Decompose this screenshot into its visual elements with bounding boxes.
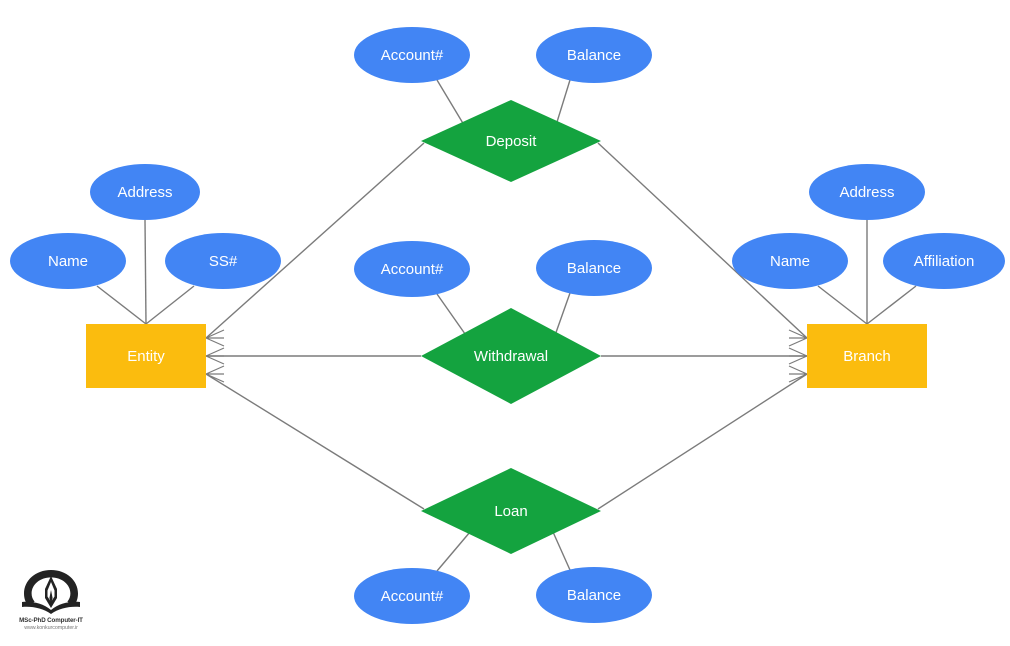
attribute-label: Account# [381,47,444,64]
attribute-entity-ss[interactable]: SS# [165,233,281,289]
edge-loan-balance [552,531,571,571]
watermark: MSc-PhD Computer-IT www.konkurcomputer.i… [8,567,94,641]
relationship-withdrawal[interactable]: Withdrawal [421,308,601,404]
attribute-label: Affiliation [914,253,975,270]
pen-nib-book-logo-icon [22,570,80,614]
crows-foot-entity-deposit [205,329,225,347]
attribute-branch-address[interactable]: Address [809,164,925,220]
attribute-branch-name[interactable]: Name [732,233,848,289]
attribute-label: Balance [567,260,621,277]
crows-foot-branch-deposit [788,329,808,347]
er-diagram-canvas: Name Address SS# Name Address Affiliatio [0,0,1010,646]
attribute-withdrawal-balance[interactable]: Balance [536,240,652,296]
crows-foot-entity-withdrawal [205,347,225,365]
attribute-label: Name [770,253,810,270]
er-diagram-svg: Name Address SS# Name Address Affiliatio [10,27,1005,624]
relationship-deposit[interactable]: Deposit [421,100,601,182]
attribute-label: SS# [209,253,238,270]
relationship-label: Withdrawal [474,348,548,365]
attribute-loan-balance[interactable]: Balance [536,567,652,623]
attribute-deposit-account[interactable]: Account# [354,27,470,83]
attribute-label: Account# [381,261,444,278]
watermark-line2: www.konkurcomputer.ir [24,625,78,631]
relationship-loan[interactable]: Loan [421,468,601,554]
attribute-deposit-balance[interactable]: Balance [536,27,652,83]
edge-entity-loan [205,373,425,510]
entity-box-branch[interactable]: Branch [807,324,927,388]
attribute-label: Balance [567,587,621,604]
attribute-withdrawal-account[interactable]: Account# [354,241,470,297]
relationship-label: Deposit [486,133,538,150]
watermark-line1: MSc-PhD Computer-IT [19,617,83,624]
entity-box-entity[interactable]: Entity [86,324,206,388]
attribute-label: Address [117,184,172,201]
entity-label: Entity [127,348,165,365]
entity-label: Branch [843,348,891,365]
attribute-loan-account[interactable]: Account# [354,568,470,624]
crows-foot-branch-withdrawal [788,347,808,365]
crows-foot-entity [205,329,225,383]
relationship-label: Loan [494,503,527,520]
attribute-branch-affiliation[interactable]: Affiliation [883,233,1005,289]
edge-entity-ss [145,285,195,325]
attribute-entity-name[interactable]: Name [10,233,126,289]
edge-branch-loan [597,373,808,510]
edge-branch-name [817,285,868,325]
attribute-entity-address[interactable]: Address [90,164,200,220]
edge-loan-account [436,531,471,572]
attribute-label: Balance [567,47,621,64]
attribute-label: Address [839,184,894,201]
edge-branch-affiliation [866,285,917,325]
attribute-label: Account# [381,588,444,605]
edge-entity-address [144,219,147,325]
relationship-nodes: Deposit Withdrawal Loan [421,100,601,554]
attribute-label: Name [48,253,88,270]
crows-foot-branch [788,329,808,383]
edge-entity-name [96,285,147,325]
